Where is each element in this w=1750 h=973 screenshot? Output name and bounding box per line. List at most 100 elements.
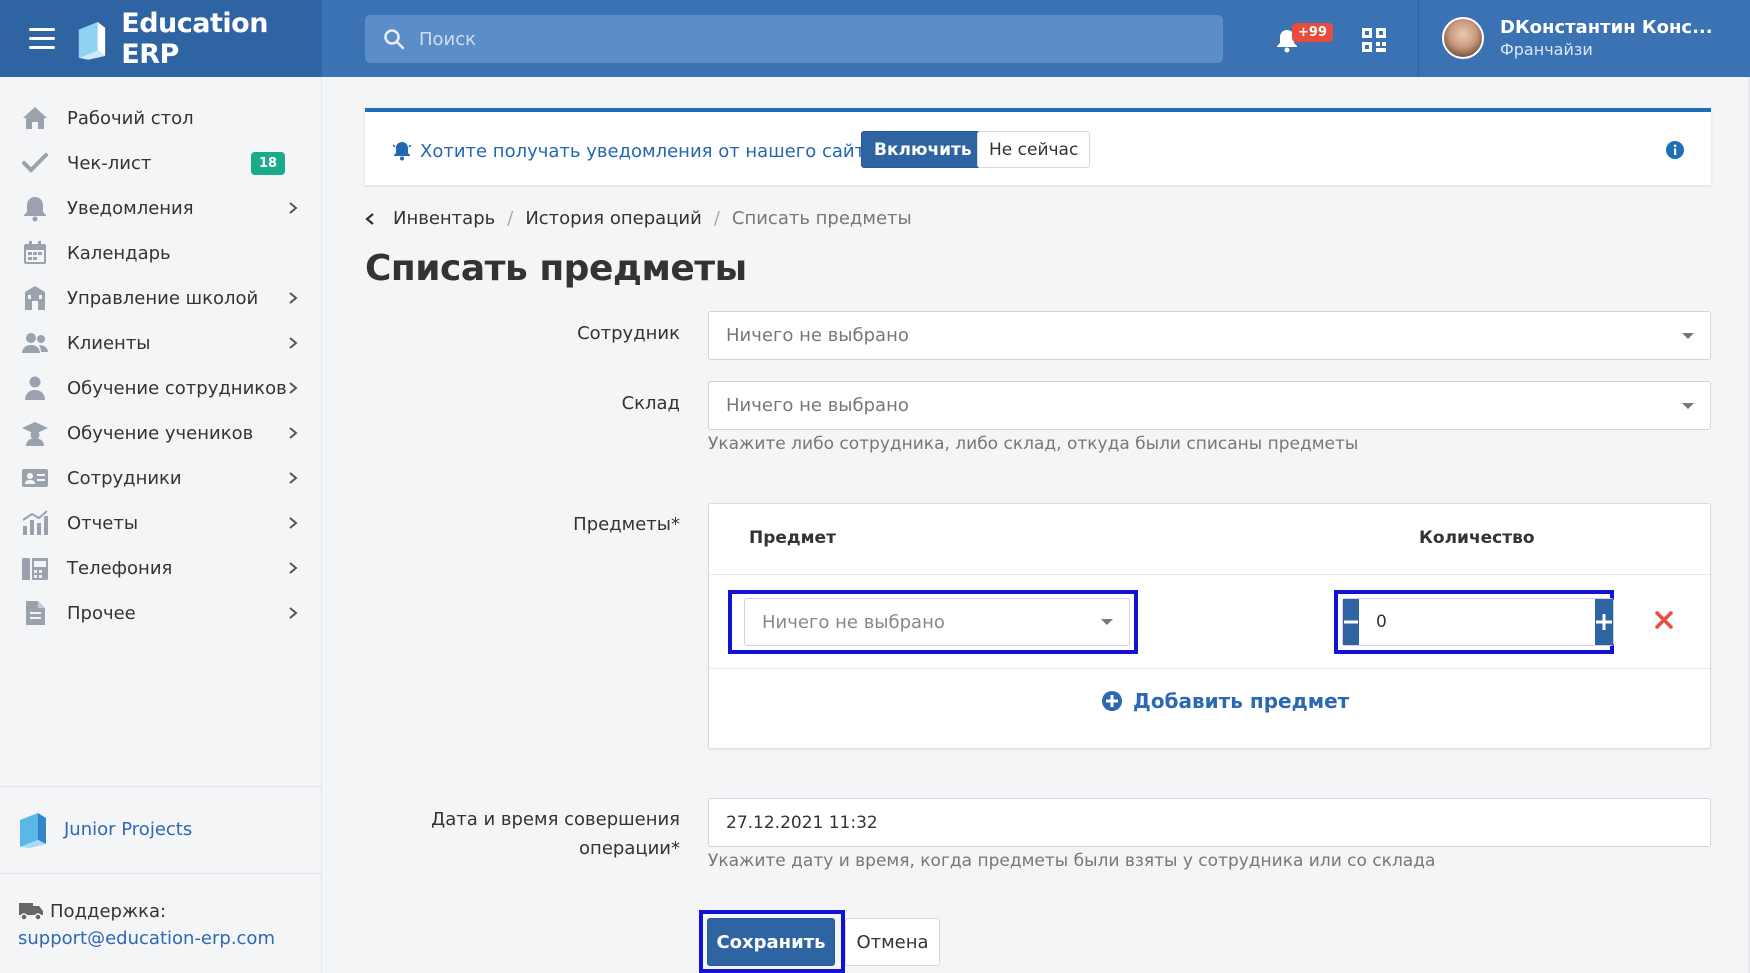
add-item-label[interactable]: Добавить предмет [1133, 689, 1349, 713]
junior-projects-logo-icon [20, 813, 46, 848]
item-select-value: Ничего не выбрано [762, 611, 945, 633]
breadcrumb-separator: / [507, 208, 514, 229]
user-role: Франчайзи [1500, 40, 1593, 59]
brand-block: Education ERP [0, 0, 322, 77]
bell-ring-icon [392, 142, 412, 161]
support-email-link[interactable]: support@education-erp.com [18, 928, 275, 949]
items-table: Предмет Количество Ничего не выбрано Доб… [708, 503, 1711, 749]
increment-button[interactable] [1595, 599, 1613, 645]
sidebar-item-school-management[interactable]: Управление школой [0, 278, 322, 318]
chevron-right-icon [289, 607, 298, 619]
datetime-help-text: Укажите дату и время, когда предметы был… [708, 851, 1436, 871]
sidebar-item-label: Календарь [67, 242, 171, 264]
bell-icon [24, 197, 46, 222]
sidebar-item-label: Чек-лист [67, 152, 152, 174]
users-icon [22, 333, 48, 353]
chevron-right-icon [289, 292, 298, 304]
sidebar-item-clients[interactable]: Клиенты [0, 323, 322, 363]
sidebar-item-checklist[interactable]: Чек-лист 18 [0, 143, 322, 183]
items-label: Предметы* [573, 514, 680, 535]
datetime-input[interactable] [708, 798, 1711, 847]
user-name[interactable]: DКонстантин Конс... [1500, 17, 1713, 38]
banner-message: Хотите получать уведомления от нашего са… [420, 141, 886, 162]
minus-icon [1344, 620, 1358, 624]
logo-icon [79, 21, 106, 60]
chevron-left-icon[interactable] [365, 212, 375, 226]
junior-projects-label[interactable]: Junior Projects [64, 819, 192, 840]
chevron-down-icon [1682, 402, 1694, 409]
graduation-cap-icon [22, 422, 48, 446]
sidebar-item-notifications[interactable]: Уведомления [0, 188, 322, 228]
id-card-icon [22, 469, 48, 487]
chevron-right-icon [289, 337, 298, 349]
chevron-right-icon [289, 472, 298, 484]
check-icon [22, 153, 48, 173]
plus-icon [1596, 614, 1612, 630]
sidebar-item-label: Уведомления [67, 197, 194, 219]
cancel-button[interactable]: Отмена [845, 918, 940, 966]
search-input[interactable] [419, 28, 1199, 50]
sidebar-item-label: Сотрудники [67, 467, 182, 489]
sidebar-item-telephony[interactable]: Телефония [0, 548, 322, 588]
employee-label: Сотрудник [577, 323, 680, 344]
chevron-right-icon [289, 562, 298, 574]
sidebar-item-employees[interactable]: Сотрудники [0, 458, 322, 498]
checklist-count-badge: 18 [251, 151, 286, 175]
chevron-down-icon [1101, 619, 1113, 625]
chevron-down-icon [1682, 332, 1694, 339]
user-avatar[interactable] [1442, 17, 1484, 59]
hamburger-menu-icon[interactable] [29, 28, 56, 49]
employee-select-value: Ничего не выбрано [726, 325, 909, 346]
fax-icon [22, 558, 48, 580]
notification-banner: Хотите получать уведомления от нашего са… [365, 108, 1711, 185]
breadcrumb-separator: / [713, 208, 720, 229]
support-title-label: Поддержка: [50, 900, 167, 922]
save-button[interactable]: Сохранить [707, 918, 835, 966]
quantity-stepper[interactable] [1342, 598, 1614, 646]
sidebar-item-label: Телефония [67, 557, 173, 579]
chevron-right-icon [289, 427, 298, 439]
remove-row-icon[interactable] [1654, 610, 1674, 630]
item-select[interactable]: Ничего не выбрано [744, 598, 1130, 646]
sidebar-item-student-training[interactable]: Обучение учеников [0, 413, 322, 453]
breadcrumb-current: Списать предметы [731, 208, 912, 229]
sidebar-item-calendar[interactable]: Календарь [0, 233, 322, 273]
file-icon [26, 601, 45, 625]
junior-projects-link[interactable]: Junior Projects [18, 810, 192, 848]
decrement-button[interactable] [1343, 599, 1359, 645]
sidebar-item-label: Управление школой [67, 287, 259, 309]
sidebar-item-staff-training[interactable]: Обучение сотрудников [0, 368, 322, 408]
plus-circle-icon [1102, 691, 1122, 711]
quantity-input[interactable] [1359, 599, 1595, 645]
breadcrumb-operations-history[interactable]: История операций [525, 208, 702, 229]
search-icon [384, 29, 405, 50]
chevron-right-icon [289, 202, 298, 214]
sidebar-item-other[interactable]: Прочее [0, 593, 322, 633]
sidebar-item-reports[interactable]: Отчеты [0, 503, 322, 543]
info-icon[interactable] [1665, 140, 1685, 160]
table-divider [709, 668, 1710, 669]
chart-icon [22, 510, 48, 535]
calendar-icon [24, 241, 46, 264]
sidebar-item-label: Обучение учеников [67, 422, 254, 444]
add-item-button[interactable]: Добавить предмет [1101, 689, 1349, 713]
page-title: Списать предметы [365, 248, 747, 289]
quantity-column-header: Количество [1419, 528, 1535, 548]
support-truck-icon [19, 903, 43, 921]
sidebar-item-dashboard[interactable]: Рабочий стол [0, 98, 322, 138]
staff-training-icon [25, 376, 45, 400]
chevron-right-icon [289, 382, 298, 394]
school-icon [25, 286, 45, 310]
notifications-count-badge[interactable]: +99 [1292, 23, 1333, 42]
warehouse-select[interactable]: Ничего не выбрано [708, 381, 1711, 430]
employee-select[interactable]: Ничего не выбрано [708, 311, 1711, 360]
sidebar-item-label: Прочее [67, 602, 136, 624]
header-divider [1418, 0, 1419, 77]
datetime-label-line1: Дата и время совершения [431, 809, 680, 830]
warehouse-select-value: Ничего не выбрано [726, 395, 909, 416]
breadcrumb-inventory[interactable]: Инвентарь [393, 208, 495, 229]
qr-code-icon[interactable] [1361, 27, 1387, 53]
search-bar[interactable] [365, 15, 1223, 63]
not-now-button[interactable]: Не сейчас [977, 131, 1091, 168]
enable-notifications-button[interactable]: Включить [861, 131, 985, 168]
